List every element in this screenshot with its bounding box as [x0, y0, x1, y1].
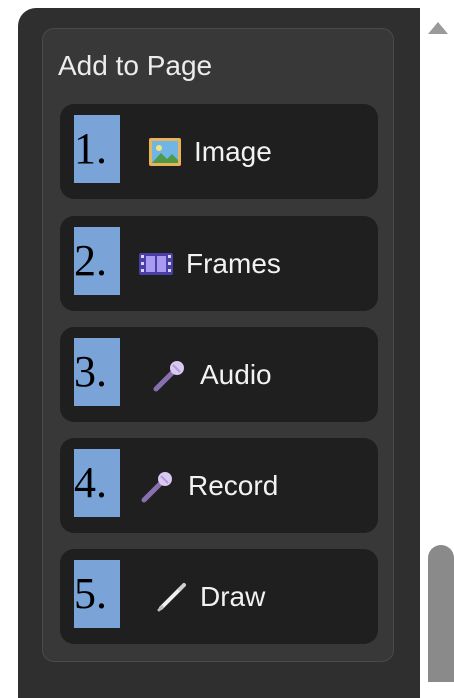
scroll-up-arrow-icon[interactable] [428, 22, 448, 34]
microphone-icon [140, 468, 176, 504]
microphone-icon [152, 357, 188, 393]
button-label: Image [194, 135, 272, 167]
button-label: Frames [186, 247, 281, 279]
audio-button[interactable]: 3. Audio [60, 327, 378, 422]
draw-button[interactable]: 5. Draw [60, 549, 378, 644]
number-label: 1. [74, 115, 120, 183]
scrollbar-thumb[interactable] [428, 545, 454, 682]
number-label: 3. [74, 338, 120, 406]
image-icon [148, 137, 182, 167]
record-button[interactable]: 4. Record [60, 438, 378, 533]
number-label: 4. [74, 449, 120, 517]
button-label: Audio [200, 358, 272, 390]
image-button[interactable]: 1. Image [60, 104, 378, 199]
number-label: 2. [74, 227, 120, 295]
film-frames-icon [138, 251, 174, 277]
button-label: Record [188, 469, 279, 501]
pen-icon [156, 581, 188, 613]
number-label: 5. [74, 560, 120, 628]
button-label: Draw [200, 580, 266, 612]
frames-button[interactable]: 2. Frames [60, 216, 378, 311]
panel-title: Add to Page [58, 50, 213, 81]
